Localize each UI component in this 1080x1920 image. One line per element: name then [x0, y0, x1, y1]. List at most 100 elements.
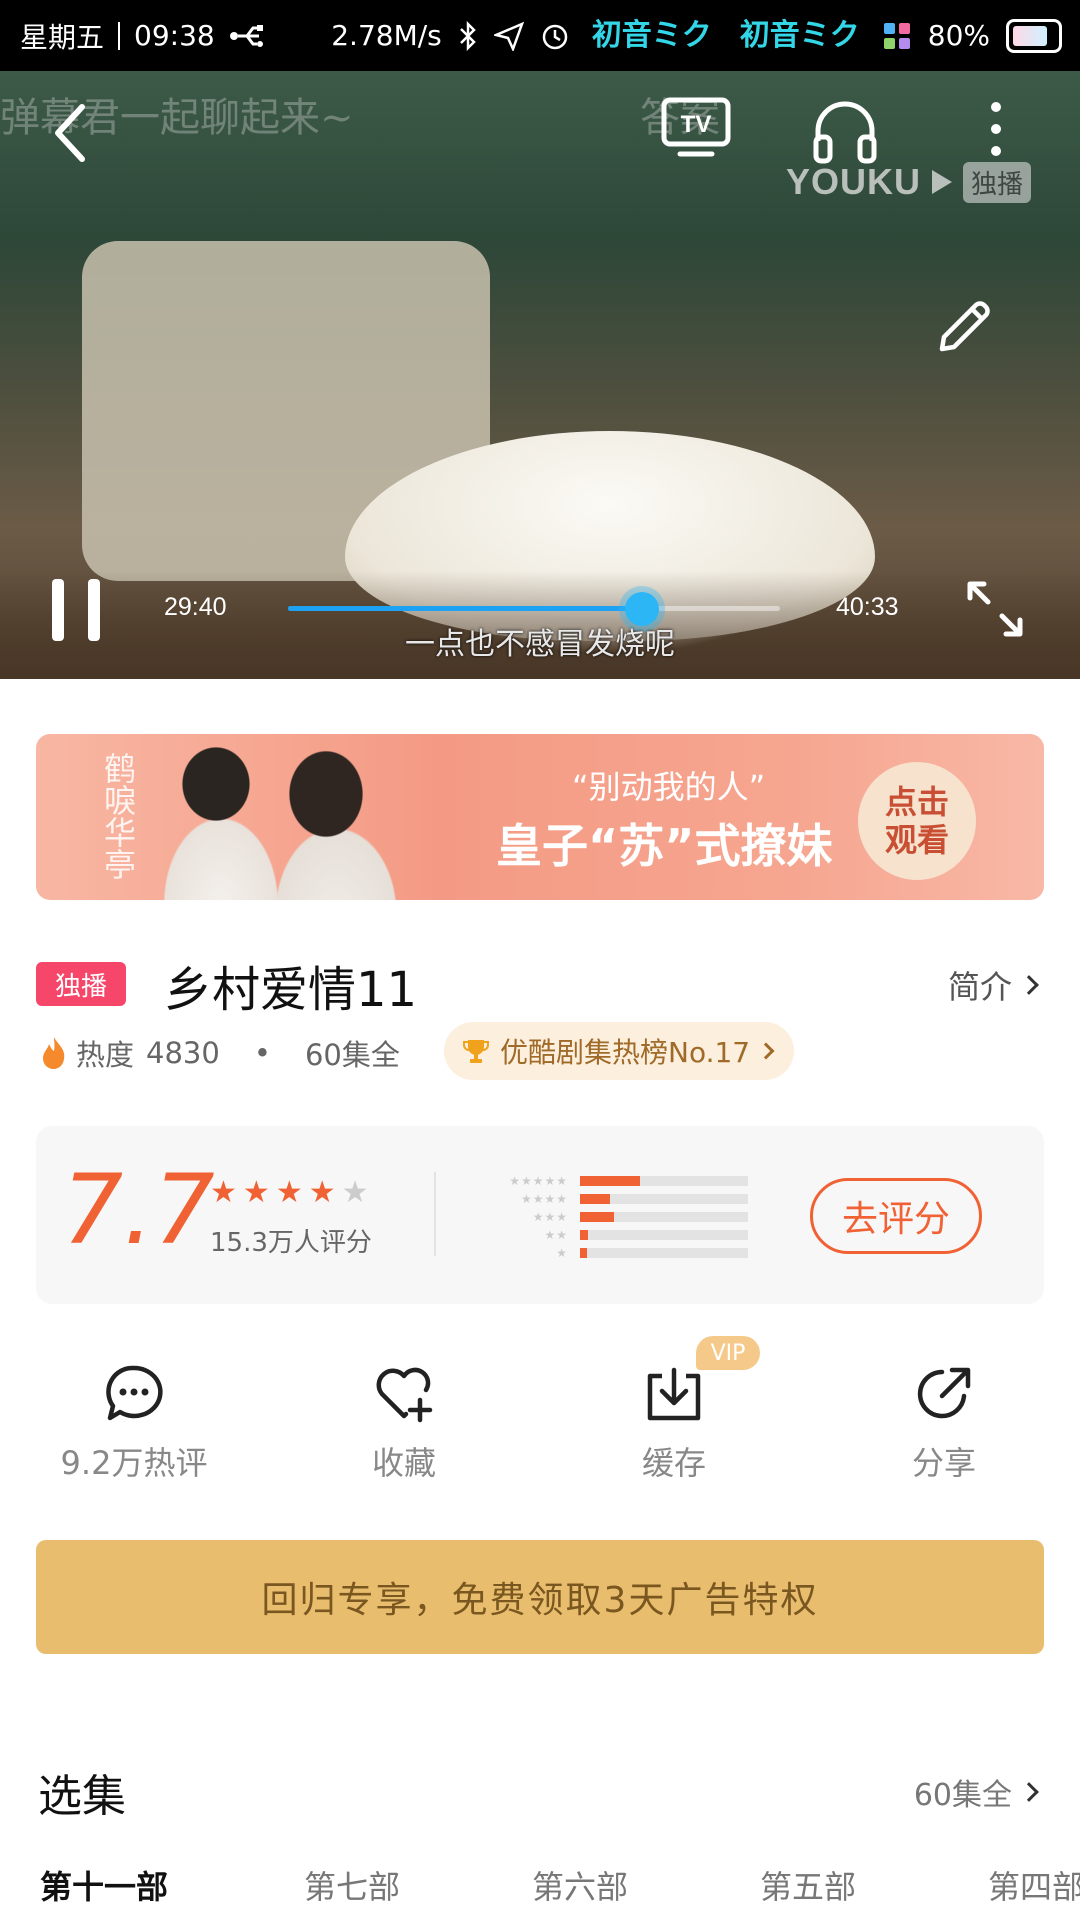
season-tab-5[interactable]: 第四部 [988, 1862, 1080, 1908]
youku-watermark: YOUKU 独播 [786, 161, 1032, 203]
meta-dot: • [253, 1036, 271, 1070]
star-empty-icon: ★ [341, 1175, 369, 1210]
dist-bar-fill [580, 1211, 614, 1222]
share-icon [917, 1367, 971, 1419]
dist-bar-track [580, 1247, 748, 1258]
favorite-button[interactable]: 收藏 [304, 1362, 504, 1492]
rating-dist-row: ★★★★★ [484, 1172, 754, 1189]
back-icon[interactable] [44, 93, 98, 173]
episodes-all-label: 60集全 [913, 1778, 1012, 1813]
ad-privilege-button[interactable]: 回归专享，免费领取3天广告特权 [36, 1540, 1044, 1654]
star-filled-icon: ★ [275, 1175, 303, 1210]
dist-stars-icon: ★★★ [532, 1209, 568, 1224]
promo-quote: “别动我的人” [572, 768, 766, 806]
share-label: 分享 [911, 1444, 976, 1482]
download-icon [647, 1367, 701, 1421]
rating-dist-row: ★ [484, 1244, 754, 1261]
rating-count: 15.3万人评分 [210, 1228, 372, 1258]
heat-value: 4830 [146, 1036, 220, 1070]
chevron-right-icon [1019, 1782, 1039, 1802]
favorite-label: 收藏 [371, 1444, 436, 1482]
app-grid-icon [883, 22, 910, 49]
promo-cta-label: 点击观看 [884, 783, 949, 859]
video-player[interactable]: 弹幕君一起聊起来~ 答案 TV YOUKU 独播 29:40 40:33 一点也… [0, 71, 1080, 679]
fullscreen-icon[interactable] [962, 576, 1028, 642]
rating-dist-row: ★★ [484, 1226, 754, 1243]
trophy-icon [463, 1040, 489, 1063]
miku-badge-2: 初音ミク [739, 17, 860, 53]
youku-play-icon [932, 170, 953, 194]
dist-stars-icon: ★ [556, 1245, 568, 1260]
pencil-icon[interactable] [932, 293, 998, 359]
star-filled-icon: ★ [210, 1175, 237, 1210]
flame-icon [43, 1037, 65, 1069]
intro-link[interactable]: 简介 [948, 962, 1039, 1008]
battery-percent: 80% [927, 19, 990, 52]
exclusive-tag: 独播 [36, 962, 126, 1006]
dist-stars-icon: ★★★★ [520, 1191, 568, 1206]
rating-dist-row: ★★★★ [484, 1190, 754, 1207]
rating-card: 7.7 ★ ★ ★ ★ ★ 15.3万人评分 ★★★★★ ★★★★ ★★★ ★★ ★ 去评分 [36, 1126, 1044, 1304]
episodes-title: 选集 [38, 1771, 126, 1822]
star-filled-icon: ★ [308, 1175, 336, 1210]
episodes-all-link[interactable]: 60集全 [913, 1770, 1039, 1814]
progress-fill [288, 606, 643, 611]
dist-bar-fill [580, 1229, 589, 1240]
subtitle-text: 一点也不感冒发烧呢 [405, 627, 675, 662]
star-filled-icon: ★ [242, 1175, 270, 1210]
youku-logo: YOUKU [786, 161, 922, 202]
dist-bar-track [580, 1229, 748, 1240]
dist-bar-track [580, 1175, 748, 1186]
status-day: 星期五 [20, 20, 105, 54]
season-tab-1[interactable]: 第十一部 [40, 1862, 168, 1908]
rate-button[interactable]: 去评分 [810, 1178, 982, 1254]
download-button[interactable]: 缓存 [574, 1362, 774, 1492]
total-time: 40:33 [836, 593, 899, 621]
status-bar: 星期五 09:38 2.78M/s 初音ミク 初音ミク 80% [0, 0, 1080, 71]
comments-label: 9.2万热评 [60, 1444, 208, 1482]
rating-score: 7.7 [62, 1154, 215, 1266]
promo-headline: 皇子“苏”式撩妹 [496, 819, 833, 873]
season-tab-4[interactable]: 第五部 [760, 1862, 856, 1908]
more-options-icon[interactable] [978, 93, 1014, 165]
share-button[interactable]: 分享 [844, 1362, 1044, 1492]
dist-stars-icon: ★★ [544, 1227, 568, 1242]
tv-cast-icon[interactable]: TV [660, 96, 732, 160]
rating-dist-row: ★★★ [484, 1208, 754, 1225]
progress-bar[interactable] [288, 592, 780, 626]
promo-banner[interactable]: 鹤唳华亭 “别动我的人” 皇子“苏”式撩妹 点击观看 [36, 734, 1044, 900]
rating-distribution: ★★★★★ ★★★★ ★★★ ★★ ★ [484, 1172, 754, 1262]
svg-text:TV: TV [681, 111, 712, 138]
chevron-right-icon [1019, 975, 1039, 995]
heat-label: 热度 [76, 1038, 135, 1072]
season-tab-3[interactable]: 第六部 [532, 1862, 628, 1908]
dist-stars-icon: ★★★★★ [509, 1173, 568, 1188]
show-meta: 热度 4830 • 60集全 [40, 1030, 400, 1076]
download-label: 缓存 [641, 1444, 706, 1482]
chevron-right-icon [757, 1042, 775, 1060]
dist-bar-fill [580, 1247, 587, 1258]
usb-icon [229, 24, 263, 47]
headphones-icon[interactable] [808, 95, 882, 167]
rank-badge[interactable]: 优酷剧集热榜No.17 [444, 1022, 795, 1080]
season-tab-2[interactable]: 第七部 [304, 1862, 400, 1908]
status-separator [118, 21, 121, 50]
rating-stars: ★ ★ ★ ★ ★ [210, 1178, 369, 1208]
watermark-exclusive-badge: 独播 [963, 161, 1032, 203]
season-tabs: 第十一部 第七部 第六部 第五部 第四部 [0, 1862, 1080, 1912]
promo-watch-button[interactable]: 点击观看 [858, 762, 976, 880]
dist-bar-track [580, 1193, 748, 1204]
comments-button[interactable]: 9.2万热评 [34, 1362, 234, 1492]
heart-add-icon [376, 1367, 433, 1423]
status-time: 09:38 [134, 19, 215, 52]
network-speed: 2.78M/s [331, 19, 442, 52]
promo-image [126, 734, 426, 900]
miku-badge-1: 初音ミク [591, 17, 712, 53]
episodes-count: 60集全 [304, 1038, 400, 1072]
vip-badge: VIP [696, 1336, 760, 1370]
battery-icon [1006, 18, 1062, 53]
dist-bar-track [580, 1211, 748, 1222]
rating-divider [434, 1172, 436, 1256]
send-icon [493, 21, 524, 51]
alarm-icon [542, 24, 568, 49]
